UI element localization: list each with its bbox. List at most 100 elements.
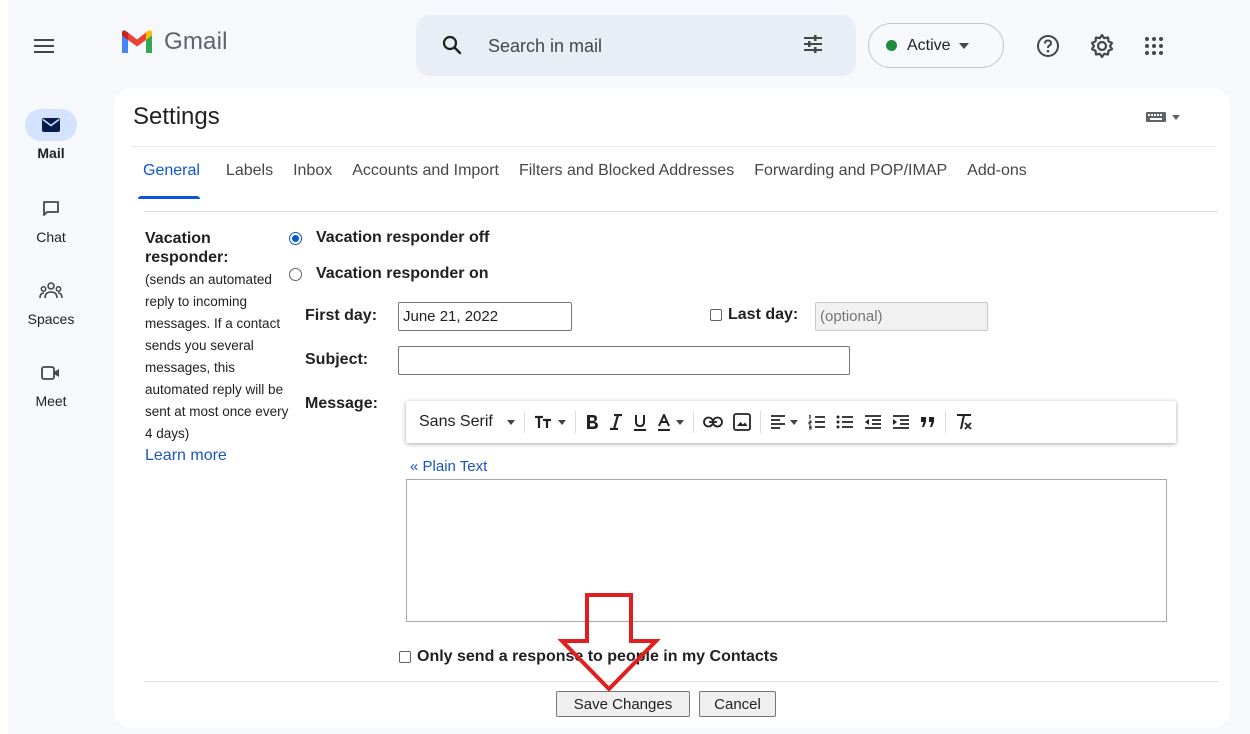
caret-down-icon — [557, 419, 566, 425]
hamburger-menu-icon — [34, 39, 54, 53]
learn-more-link[interactable]: Learn more — [145, 447, 227, 465]
bold-button[interactable] — [585, 407, 599, 437]
tab-label: Add-ons — [967, 162, 1027, 179]
last-day-input[interactable] — [815, 302, 988, 331]
last-day-checkbox[interactable] — [710, 309, 722, 321]
last-day-label: Last day: — [728, 306, 799, 323]
google-apps-button[interactable] — [1136, 28, 1172, 64]
font-size-button[interactable] — [534, 407, 566, 437]
tab-label: Forwarding and POP/IMAP — [754, 162, 948, 179]
divider — [144, 681, 1218, 682]
mail-icon — [42, 118, 60, 132]
message-body-editor[interactable] — [406, 479, 1167, 622]
underline-button[interactable] — [633, 407, 647, 437]
search-bar[interactable] — [416, 15, 856, 76]
vacation-on-radio[interactable] — [289, 267, 302, 281]
image-icon — [732, 413, 751, 431]
input-tools-toggle[interactable] — [1146, 112, 1180, 122]
tab-label: Inbox — [293, 162, 333, 179]
rail-item-chat[interactable]: Chat — [8, 193, 94, 245]
plain-text-link[interactable]: « Plain Text — [410, 458, 487, 475]
numbered-list-button[interactable] — [808, 407, 826, 437]
status-label: Active — [907, 36, 951, 54]
rail-label-meet: Meet — [35, 393, 67, 409]
last-day-option[interactable]: Last day: — [710, 306, 798, 324]
vacation-off-option[interactable]: Vacation responder off — [289, 229, 489, 247]
align-left-icon — [770, 415, 785, 429]
search-icon[interactable] — [442, 35, 462, 55]
gmail-logo[interactable]: Gmail — [120, 28, 228, 56]
gmail-m-icon — [122, 30, 152, 53]
search-options-icon[interactable] — [802, 33, 824, 55]
spaces-icon — [39, 282, 63, 299]
first-day-input[interactable] — [398, 302, 572, 331]
save-changes-button[interactable]: Save Changes — [556, 691, 690, 717]
indent-more-button[interactable] — [892, 407, 910, 437]
remove-formatting-button[interactable] — [955, 407, 973, 437]
settings-tabs: General Labels Inbox Accounts and Import… — [132, 159, 1047, 199]
rail-item-mail[interactable]: Mail — [8, 109, 94, 161]
vacation-responder-description: Vacation responder: (sends an automated … — [145, 229, 295, 465]
tab-filters-and-blocked-addresses[interactable]: Filters and Blocked Addresses — [519, 159, 734, 199]
caret-down-icon — [1172, 114, 1180, 120]
insert-photo-button[interactable] — [732, 407, 751, 437]
tab-accounts-and-import[interactable]: Accounts and Import — [352, 159, 499, 199]
rail-pill-mail — [25, 109, 77, 141]
bulleted-list-button[interactable] — [836, 407, 854, 437]
settings-button[interactable] — [1084, 28, 1120, 64]
tab-add-ons[interactable]: Add-ons — [967, 159, 1027, 199]
rail-pill-meet — [25, 357, 77, 389]
bulleted-list-icon — [836, 415, 853, 429]
subject-input[interactable] — [398, 346, 850, 375]
support-button[interactable] — [1030, 28, 1066, 64]
message-label: Message: — [305, 395, 378, 412]
vacation-on-label: Vacation responder on — [316, 265, 489, 282]
rail-pill-chat — [25, 193, 77, 225]
font-family-dropdown[interactable]: Sans Serif — [419, 407, 515, 437]
app-name: Gmail — [164, 28, 228, 55]
rail-label-mail: Mail — [37, 145, 65, 161]
underline-icon — [633, 414, 646, 431]
tab-forwarding-and-pop-imap[interactable]: Forwarding and POP/IMAP — [754, 159, 947, 199]
italic-button[interactable] — [609, 407, 623, 437]
help-icon — [1037, 35, 1059, 57]
rail-item-meet[interactable]: Meet — [8, 357, 94, 409]
first-day-label: First day: — [305, 307, 378, 324]
rail-pill-spaces — [25, 275, 77, 307]
tab-labels[interactable]: Labels — [226, 159, 273, 199]
rail-label-spaces: Spaces — [27, 311, 75, 327]
rail-label-chat: Chat — [36, 229, 66, 245]
keyboard-icon — [1146, 112, 1166, 122]
numbered-list-icon — [808, 414, 825, 430]
formatting-toolbar: Sans Serif — [406, 401, 1176, 443]
tab-inbox[interactable]: Inbox — [293, 159, 332, 199]
status-dropdown[interactable]: Active — [868, 23, 1004, 68]
indent-less-button[interactable] — [864, 407, 882, 437]
vacation-off-label: Vacation responder off — [316, 229, 490, 246]
vacation-on-option[interactable]: Vacation responder on — [289, 265, 488, 283]
setting-help-text: (sends an automated reply to incoming me… — [145, 272, 289, 441]
toolbar-separator — [944, 411, 946, 433]
quote-button[interactable] — [920, 407, 936, 437]
search-input[interactable] — [488, 32, 788, 60]
insert-link-button[interactable] — [702, 407, 723, 437]
divider — [132, 146, 1216, 147]
settings-panel: Settings General Labels Inbox Accounts a… — [114, 88, 1230, 728]
contacts-only-checkbox[interactable] — [399, 651, 411, 663]
divider — [144, 211, 1218, 212]
tab-label: Labels — [225, 162, 274, 179]
vacation-off-radio[interactable] — [289, 231, 302, 245]
main-menu-button[interactable] — [24, 26, 64, 66]
link-icon — [702, 416, 723, 428]
tab-general[interactable]: General — [132, 159, 206, 199]
meet-icon — [41, 366, 59, 380]
left-rail: Mail Chat Spaces Meet — [8, 0, 94, 734]
text-size-icon — [534, 415, 551, 428]
cancel-button[interactable]: Cancel — [699, 691, 776, 717]
toolbar-separator — [523, 411, 525, 433]
text-color-button[interactable] — [657, 407, 684, 437]
align-button[interactable] — [770, 407, 798, 437]
toolbar-separator — [574, 411, 576, 433]
caret-down-icon — [789, 419, 798, 425]
rail-item-spaces[interactable]: Spaces — [8, 275, 94, 327]
